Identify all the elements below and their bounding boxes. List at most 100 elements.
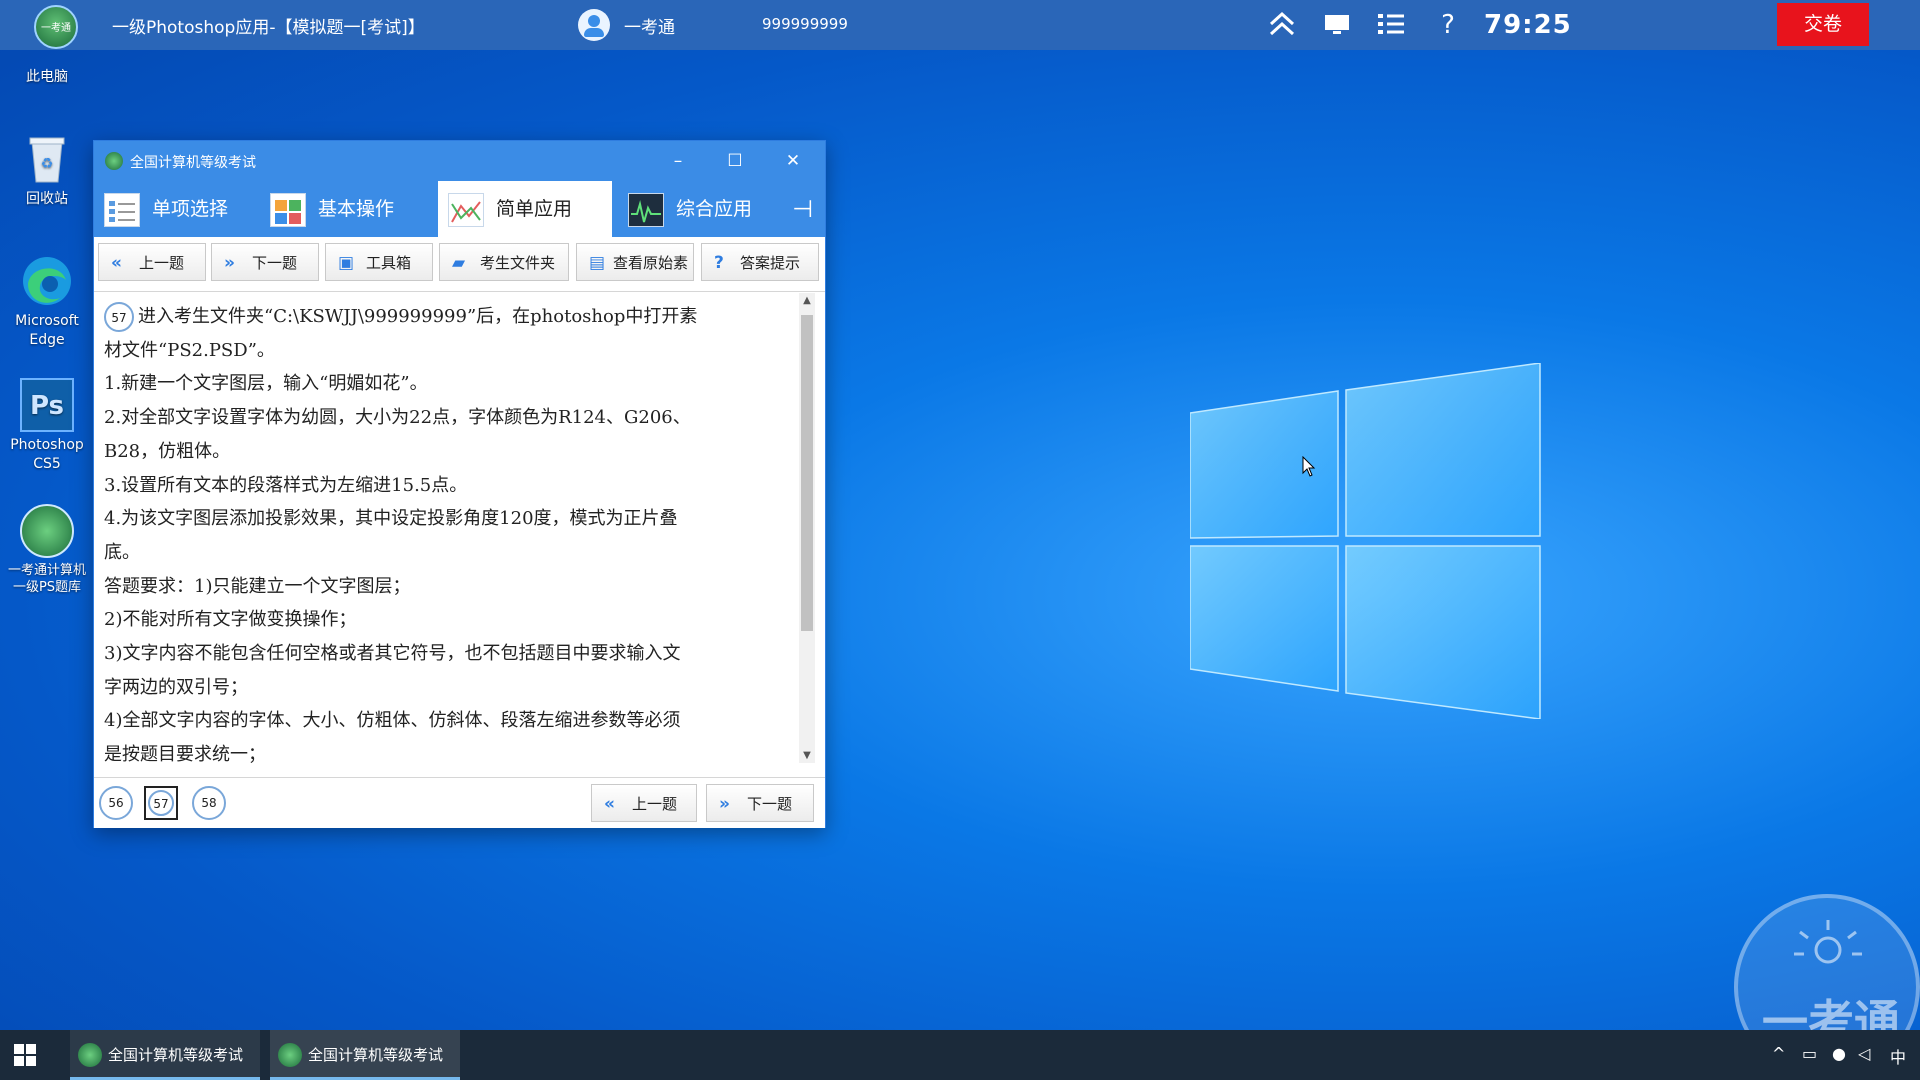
question-line: 4.为该文字图层添加投影效果，其中设定投影角度120度，模式为正片叠: [104, 508, 678, 530]
button-label: 下一题: [747, 795, 793, 813]
question-content: 57 进入考生文件夹“C:\KSWJJ\999999999”后，在photosho…: [94, 293, 800, 769]
svg-text:Ps: Ps: [30, 391, 64, 421]
desktop-icon-label: 此电脑: [26, 69, 68, 85]
recycle-bin-icon: ♻: [20, 132, 74, 186]
exam-id: 999999999: [762, 15, 848, 33]
question-line: 3)文字内容不能包含任何空格或者其它符号，也不包括题目中要求输入文: [104, 643, 681, 665]
submit-exam-button[interactable]: 交卷: [1777, 3, 1869, 46]
minimize-button[interactable]: –: [664, 148, 692, 174]
page-56[interactable]: 56: [99, 786, 133, 820]
button-label: 工具箱: [366, 254, 412, 272]
network-icon[interactable]: ▭: [1802, 1044, 1817, 1063]
help-icon[interactable]: ?: [1431, 10, 1465, 40]
desktop-icon-ps-questions[interactable]: 一考通计算机一级PS题库: [2, 504, 92, 596]
question-number: 57: [104, 302, 134, 332]
scrollbar-thumb[interactable]: [801, 315, 813, 631]
button-label: 上一题: [139, 254, 185, 272]
question-mark-icon: ?: [714, 253, 724, 273]
simple-application-icon: [448, 193, 484, 227]
tab-basic-operation[interactable]: 基本操作: [260, 181, 432, 237]
close-button[interactable]: ✕: [779, 148, 807, 174]
tab-label: 综合应用: [676, 198, 753, 220]
mouse-cursor-icon: [1302, 456, 1316, 477]
logo-text: 一考通: [41, 23, 71, 34]
content-scrollbar[interactable]: ▲ ▼: [799, 293, 815, 763]
taskbar-item-exam-1[interactable]: 全国计算机等级考试: [70, 1030, 260, 1080]
question-line: 2)不能对所有文字做变换操作；: [104, 609, 357, 631]
desktop-icon-edge[interactable]: Microsoft Edge: [2, 254, 92, 350]
double-left-icon: «: [604, 794, 615, 814]
app-logo-icon: 一考通: [34, 5, 78, 49]
toolbox-button[interactable]: ▣ 工具箱: [325, 243, 433, 281]
question-line: 材文件“PS2.PSD”。: [104, 339, 275, 361]
button-label: 上一题: [632, 795, 678, 813]
footer-prev-button[interactable]: « 上一题: [591, 784, 697, 822]
double-right-icon: »: [719, 794, 730, 814]
desktop-icon-photoshop[interactable]: Ps Photoshop CS5: [2, 378, 92, 474]
page-58[interactable]: 58: [192, 786, 226, 820]
start-windows-icon[interactable]: [14, 1044, 36, 1066]
tab-single-choice[interactable]: 单项选择: [94, 181, 254, 237]
microphone-icon[interactable]: ●: [1832, 1044, 1846, 1063]
user-avatar-icon: [578, 9, 610, 41]
desktop-icon-recycle-bin[interactable]: ♻ 回收站: [2, 132, 92, 209]
question-pager: 56 57 58 « 上一题 » 下一题: [94, 777, 825, 828]
window-app-icon: [105, 152, 123, 170]
question-text: 进入考生文件夹“C:\KSWJJ\999999999”后，在photoshop中…: [138, 306, 698, 327]
windows-logo: [1190, 363, 1541, 719]
page-57-current[interactable]: 57: [144, 786, 178, 820]
volume-icon[interactable]: ◁: [1858, 1044, 1870, 1063]
taskbar-item-label: 全国计算机等级考试: [308, 1046, 444, 1064]
window-titlebar: 全国计算机等级考试 – ☐ ✕: [94, 141, 825, 181]
question-line: 57 进入考生文件夹“C:\KSWJJ\999999999”后，在photosho…: [104, 300, 800, 334]
question-line: 1.新建一个文字图层，输入“明媚如花”。: [104, 373, 428, 395]
desktop-icon-label: Microsoft Edge: [15, 313, 79, 348]
comprehensive-application-icon: [628, 193, 664, 227]
pin-icon[interactable]: ⊣: [792, 195, 813, 223]
desktop-icon-label: Photoshop CS5: [10, 437, 84, 472]
maximize-button[interactable]: ☐: [721, 148, 749, 174]
tab-label: 简单应用: [496, 198, 573, 220]
footer-next-button[interactable]: » 下一题: [706, 784, 814, 822]
double-left-icon: «: [111, 253, 122, 273]
scroll-down-icon[interactable]: ▼: [799, 750, 815, 761]
basic-operation-icon: [270, 193, 306, 227]
question-line: B28，仿粗体。: [104, 440, 231, 462]
page-number: 57: [148, 790, 174, 816]
prev-question-button[interactable]: « 上一题: [98, 243, 206, 281]
answer-hint-button[interactable]: ? 答案提示: [701, 243, 819, 281]
question-line: 2.对全部文字设置字体为幼圆，大小为22点，字体颜色为R124、G206、: [104, 407, 691, 429]
question-line: 3.设置所有文本的段落样式为左缩进15.5点。: [104, 474, 468, 496]
next-question-button[interactable]: » 下一题: [211, 243, 319, 281]
desktop-icon-this-pc[interactable]: 此电脑: [2, 52, 92, 87]
desktop-icon-label: 回收站: [26, 191, 68, 207]
monitor-icon[interactable]: [1320, 10, 1354, 40]
question-type-tabs: 单项选择 基本操作 简单应用 综合应用 ⊣: [94, 181, 825, 237]
countdown-timer: 79:25: [1484, 10, 1572, 40]
question-list-icon[interactable]: [1374, 10, 1408, 40]
question-line: 4)全部文字内容的字体、大小、仿粗体、仿斜体、段落左缩进参数等必须: [104, 710, 681, 732]
lightbulb-icon: [1794, 920, 1862, 964]
button-label: 下一题: [252, 254, 298, 272]
double-right-icon: »: [224, 253, 235, 273]
scroll-up-icon[interactable]: ▲: [799, 295, 815, 306]
question-line: 底。: [104, 541, 140, 563]
ime-indicator[interactable]: 中: [1890, 1044, 1906, 1068]
tray-chevron-up-icon[interactable]: ^: [1772, 1044, 1785, 1063]
question-line: 是按题目要求统一；: [104, 744, 266, 766]
svg-text:♻: ♻: [41, 156, 54, 172]
tab-simple-application[interactable]: 简单应用: [438, 181, 612, 237]
taskbar-item-exam-2[interactable]: 全国计算机等级考试: [270, 1030, 460, 1080]
button-label: 查看原始素: [613, 254, 689, 272]
candidate-folder-button[interactable]: ▰ 考生文件夹: [439, 243, 569, 281]
collapse-up-icon[interactable]: [1265, 10, 1299, 40]
window-title: 全国计算机等级考试: [130, 155, 256, 171]
view-source-button[interactable]: ▤ 查看原始素: [576, 243, 694, 281]
exam-title: 一级Photoshop应用-【模拟题一[考试]】: [112, 18, 425, 38]
document-icon: ▤: [589, 253, 606, 273]
tab-comprehensive-application[interactable]: 综合应用: [618, 181, 778, 237]
single-choice-icon: [104, 193, 140, 227]
yikaotong-app-icon: [20, 504, 74, 558]
question-line: 字两边的双引号；: [104, 676, 248, 698]
edge-browser-icon: [20, 254, 74, 308]
